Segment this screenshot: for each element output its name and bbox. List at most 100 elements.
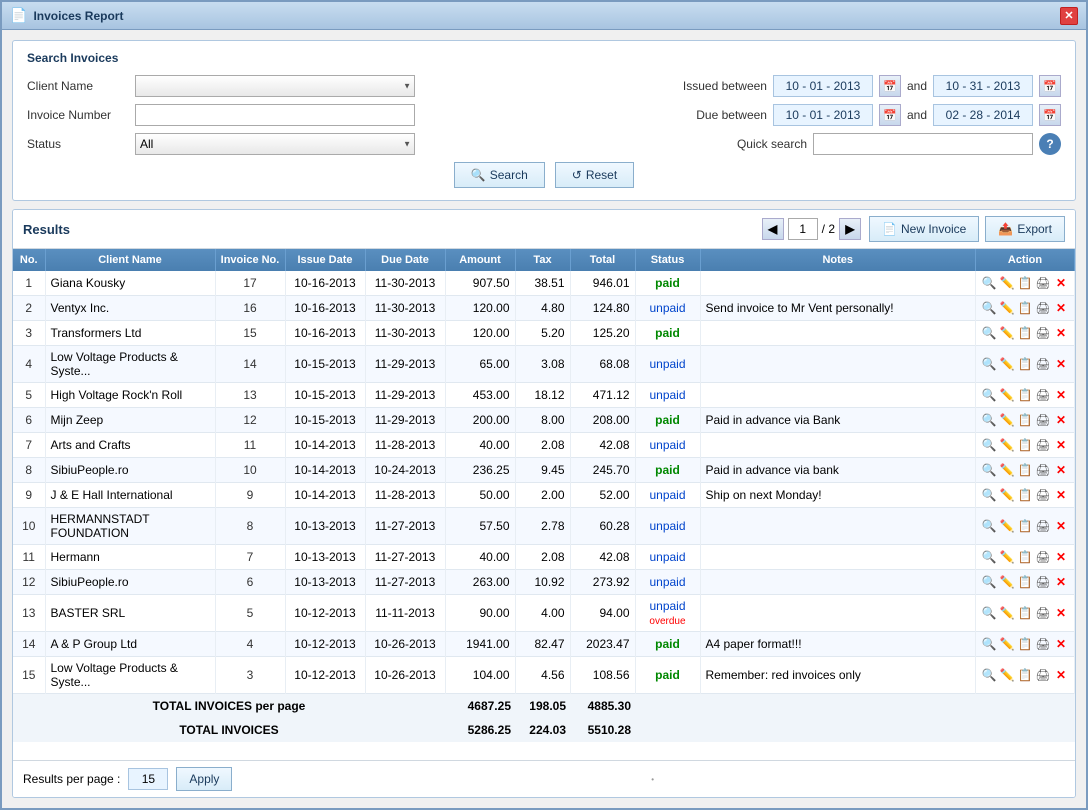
search-button[interactable]: 🔍 Search	[454, 162, 545, 188]
delete-icon[interactable]: ✕	[1053, 605, 1069, 621]
due-to-calendar[interactable]: 📅	[1039, 104, 1061, 126]
print-icon[interactable]: 🖨	[1035, 437, 1051, 453]
issued-to-calendar[interactable]: 📅	[1039, 75, 1061, 97]
view-icon[interactable]: 🔍	[981, 549, 997, 565]
print-icon[interactable]: 🖨	[1035, 387, 1051, 403]
print-icon[interactable]: 🖨	[1035, 605, 1051, 621]
due-from-input[interactable]	[773, 104, 873, 126]
print-icon[interactable]: 🖨	[1035, 412, 1051, 428]
delete-icon[interactable]: ✕	[1053, 275, 1069, 291]
delete-icon[interactable]: ✕	[1053, 462, 1069, 478]
copy-icon[interactable]: 📋	[1017, 487, 1033, 503]
copy-icon[interactable]: 📋	[1017, 574, 1033, 590]
delete-icon[interactable]: ✕	[1053, 437, 1069, 453]
reset-button[interactable]: ↺ Reset	[555, 162, 634, 188]
per-page-input[interactable]	[128, 768, 168, 790]
view-icon[interactable]: 🔍	[981, 356, 997, 372]
next-page-button[interactable]: ▶	[839, 218, 861, 240]
issued-from-input[interactable]	[773, 75, 873, 97]
page-input[interactable]	[788, 218, 818, 240]
view-icon[interactable]: 🔍	[981, 636, 997, 652]
copy-icon[interactable]: 📋	[1017, 518, 1033, 534]
quick-search-input[interactable]	[813, 133, 1033, 155]
edit-icon[interactable]: ✏️	[999, 356, 1015, 372]
print-icon[interactable]: 🖨	[1035, 487, 1051, 503]
copy-icon[interactable]: 📋	[1017, 300, 1033, 316]
copy-icon[interactable]: 📋	[1017, 437, 1033, 453]
help-button[interactable]: ?	[1039, 133, 1061, 155]
invoice-number-input[interactable]	[135, 104, 415, 126]
view-icon[interactable]: 🔍	[981, 325, 997, 341]
edit-icon[interactable]: ✏️	[999, 605, 1015, 621]
edit-icon[interactable]: ✏️	[999, 518, 1015, 534]
print-icon[interactable]: 🖨	[1035, 574, 1051, 590]
export-button[interactable]: 📤 Export	[985, 216, 1065, 242]
delete-icon[interactable]: ✕	[1053, 412, 1069, 428]
print-icon[interactable]: 🖨	[1035, 667, 1051, 683]
view-icon[interactable]: 🔍	[981, 412, 997, 428]
print-icon[interactable]: 🖨	[1035, 518, 1051, 534]
new-invoice-button[interactable]: 📄 New Invoice	[869, 216, 979, 242]
delete-icon[interactable]: ✕	[1053, 518, 1069, 534]
issued-from-calendar[interactable]: 📅	[879, 75, 901, 97]
status-select[interactable]: All paid unpaid	[135, 133, 415, 155]
copy-icon[interactable]: 📋	[1017, 667, 1033, 683]
due-from-calendar[interactable]: 📅	[879, 104, 901, 126]
copy-icon[interactable]: 📋	[1017, 325, 1033, 341]
edit-icon[interactable]: ✏️	[999, 300, 1015, 316]
edit-icon[interactable]: ✏️	[999, 549, 1015, 565]
print-icon[interactable]: 🖨	[1035, 300, 1051, 316]
delete-icon[interactable]: ✕	[1053, 300, 1069, 316]
delete-icon[interactable]: ✕	[1053, 325, 1069, 341]
copy-icon[interactable]: 📋	[1017, 462, 1033, 478]
close-button[interactable]: ✕	[1060, 7, 1078, 25]
delete-icon[interactable]: ✕	[1053, 667, 1069, 683]
copy-icon[interactable]: 📋	[1017, 605, 1033, 621]
print-icon[interactable]: 🖨	[1035, 462, 1051, 478]
delete-icon[interactable]: ✕	[1053, 356, 1069, 372]
edit-icon[interactable]: ✏️	[999, 325, 1015, 341]
due-to-input[interactable]	[933, 104, 1033, 126]
row-invoice-no: 6	[215, 570, 285, 595]
view-icon[interactable]: 🔍	[981, 605, 997, 621]
delete-icon[interactable]: ✕	[1053, 387, 1069, 403]
view-icon[interactable]: 🔍	[981, 667, 997, 683]
copy-icon[interactable]: 📋	[1017, 387, 1033, 403]
view-icon[interactable]: 🔍	[981, 275, 997, 291]
copy-icon[interactable]: 📋	[1017, 412, 1033, 428]
view-icon[interactable]: 🔍	[981, 574, 997, 590]
view-icon[interactable]: 🔍	[981, 387, 997, 403]
delete-icon[interactable]: ✕	[1053, 549, 1069, 565]
edit-icon[interactable]: ✏️	[999, 574, 1015, 590]
print-icon[interactable]: 🖨	[1035, 275, 1051, 291]
edit-icon[interactable]: ✏️	[999, 636, 1015, 652]
view-icon[interactable]: 🔍	[981, 437, 997, 453]
print-icon[interactable]: 🖨	[1035, 549, 1051, 565]
edit-icon[interactable]: ✏️	[999, 275, 1015, 291]
edit-icon[interactable]: ✏️	[999, 667, 1015, 683]
delete-icon[interactable]: ✕	[1053, 574, 1069, 590]
copy-icon[interactable]: 📋	[1017, 275, 1033, 291]
copy-icon[interactable]: 📋	[1017, 549, 1033, 565]
action-buttons: 📄 New Invoice 📤 Export	[869, 216, 1065, 242]
delete-icon[interactable]: ✕	[1053, 636, 1069, 652]
prev-page-button[interactable]: ◀	[762, 218, 784, 240]
view-icon[interactable]: 🔍	[981, 300, 997, 316]
edit-icon[interactable]: ✏️	[999, 437, 1015, 453]
edit-icon[interactable]: ✏️	[999, 387, 1015, 403]
edit-icon[interactable]: ✏️	[999, 412, 1015, 428]
client-name-select[interactable]	[135, 75, 415, 97]
view-icon[interactable]: 🔍	[981, 487, 997, 503]
copy-icon[interactable]: 📋	[1017, 636, 1033, 652]
edit-icon[interactable]: ✏️	[999, 487, 1015, 503]
edit-icon[interactable]: ✏️	[999, 462, 1015, 478]
view-icon[interactable]: 🔍	[981, 462, 997, 478]
copy-icon[interactable]: 📋	[1017, 356, 1033, 372]
apply-button[interactable]: Apply	[176, 767, 232, 791]
issued-to-input[interactable]	[933, 75, 1033, 97]
delete-icon[interactable]: ✕	[1053, 487, 1069, 503]
print-icon[interactable]: 🖨	[1035, 636, 1051, 652]
print-icon[interactable]: 🖨	[1035, 356, 1051, 372]
view-icon[interactable]: 🔍	[981, 518, 997, 534]
print-icon[interactable]: 🖨	[1035, 325, 1051, 341]
